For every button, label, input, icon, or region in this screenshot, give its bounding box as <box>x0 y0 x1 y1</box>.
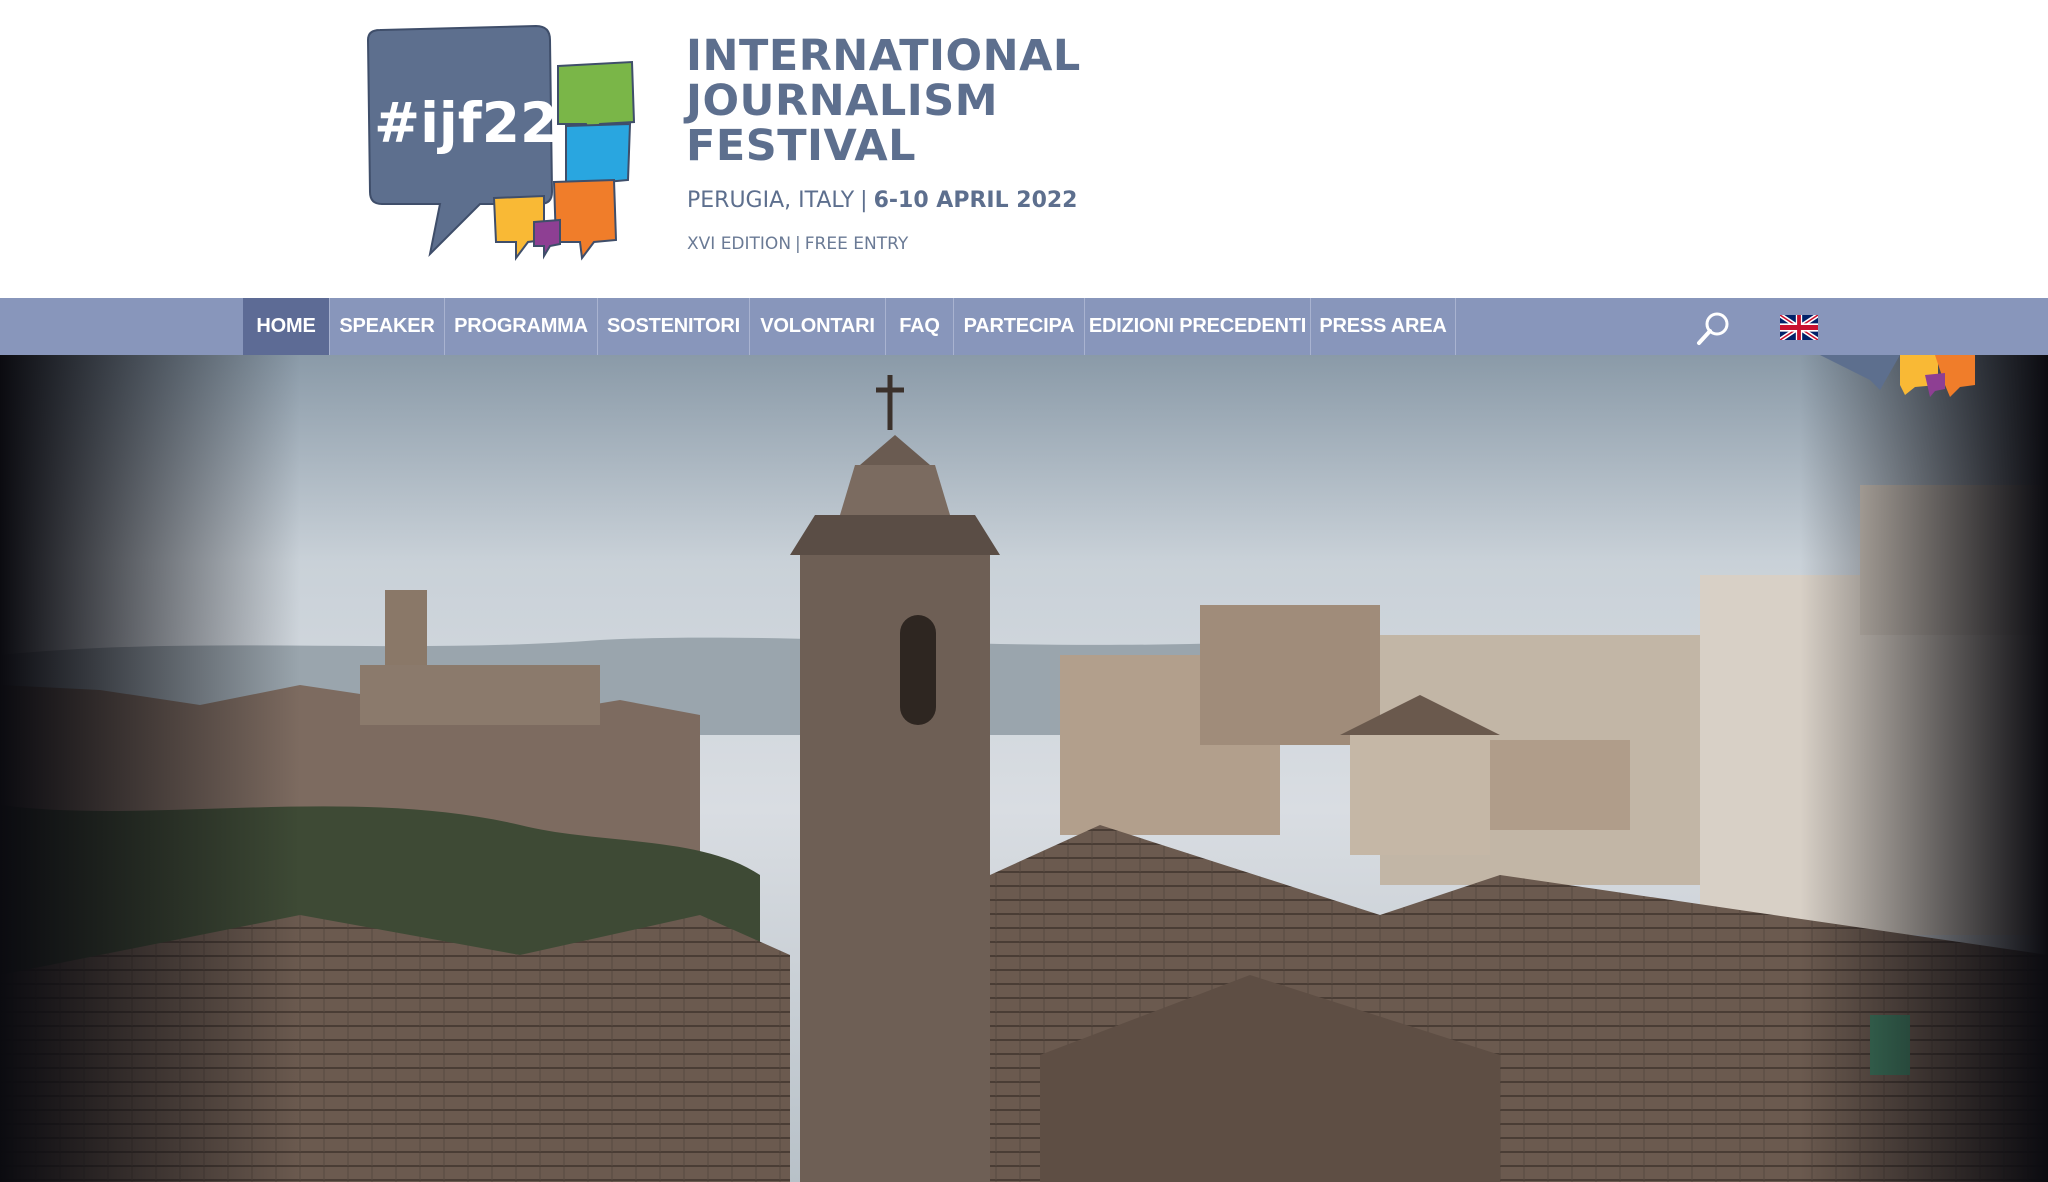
separator: | <box>795 234 801 254</box>
edition-text: XVI EDITION <box>687 234 792 254</box>
nav-item-volontari[interactable]: VOLONTARI <box>750 298 886 355</box>
nav-item-edizioni-precedenti[interactable]: EDIZIONI PRECEDENTI <box>1085 298 1311 355</box>
festival-edition: XVI EDITION | FREE ENTRY <box>687 234 908 254</box>
nav-item-partecipa[interactable]: PARTECIPA <box>954 298 1085 355</box>
nav-item-sostenitori[interactable]: SOSTENITORI <box>598 298 750 355</box>
dates-text: 6-10 APRIL 2022 <box>873 188 1078 213</box>
nav-item-faq[interactable]: FAQ <box>886 298 954 355</box>
separator: | <box>860 188 868 213</box>
rooftop-panorama-image <box>0 355 2048 1182</box>
nav-item-programma[interactable]: PROGRAMMA <box>445 298 598 355</box>
location-text: PERUGIA, ITALY <box>687 188 855 213</box>
title-line: INTERNATIONAL <box>686 31 1081 81</box>
title-line: JOURNALISM <box>686 76 999 126</box>
main-navigation: HOME SPEAKER PROGRAMMA SOSTENITORI VOLON… <box>0 298 2048 355</box>
search-icon[interactable] <box>1696 310 1732 346</box>
festival-location-dates: PERUGIA, ITALY | 6-10 APRIL 2022 <box>687 188 1078 213</box>
entry-text: FREE ENTRY <box>804 234 909 254</box>
uk-flag-icon[interactable] <box>1780 315 1818 340</box>
festival-logo[interactable]: #ijf22 <box>360 22 650 267</box>
nav-item-speaker[interactable]: SPEAKER <box>330 298 445 355</box>
page: #ijf22 INTERNATIONAL JOURNALISM FESTIVAL… <box>0 0 2048 1182</box>
nav-item-home[interactable]: HOME <box>243 298 330 355</box>
nav-menu: HOME SPEAKER PROGRAMMA SOSTENITORI VOLON… <box>243 298 1456 355</box>
logo-hashtag: #ijf22 <box>374 91 558 155</box>
title-line: FESTIVAL <box>686 121 917 171</box>
festival-title: INTERNATIONAL JOURNALISM FESTIVAL <box>686 34 1081 169</box>
nav-item-press-area[interactable]: PRESS AREA <box>1311 298 1456 355</box>
site-header: #ijf22 INTERNATIONAL JOURNALISM FESTIVAL… <box>0 0 2048 298</box>
hero-image <box>0 355 2048 1182</box>
